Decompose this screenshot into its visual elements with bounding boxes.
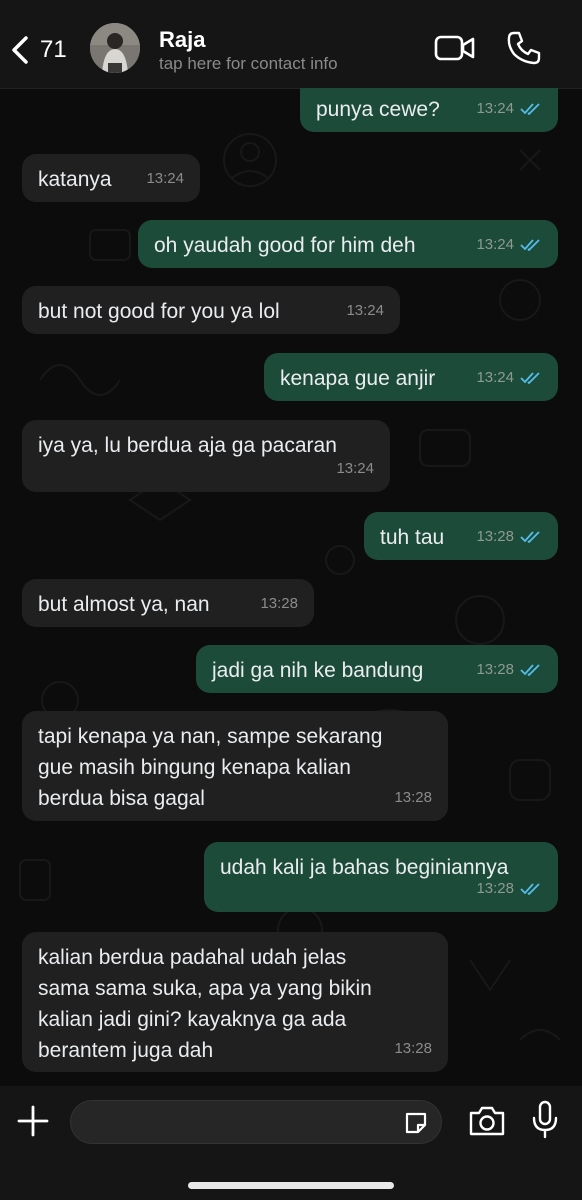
- message-input[interactable]: [87, 1101, 391, 1145]
- contact-info-hint[interactable]: tap here for contact info: [159, 54, 338, 74]
- double-check-icon: [520, 664, 540, 676]
- message-meta: 13:28: [476, 654, 542, 685]
- message-text: tuh tau: [380, 526, 445, 549]
- message-composer: [0, 1086, 582, 1200]
- message-meta: 13:24: [476, 362, 542, 393]
- chat-header: 71 Raja tap here for contact info: [0, 0, 582, 89]
- message-time: 13:24: [346, 302, 384, 319]
- message-meta: 13:28: [476, 521, 542, 552]
- message-time: 13:24: [146, 170, 184, 187]
- message-incoming[interactable]: but almost ya, nan 13:28: [22, 579, 314, 627]
- double-check-icon: [520, 103, 540, 115]
- message-outgoing[interactable]: oh yaudah good for him deh 13:24: [138, 220, 558, 268]
- message-time: 13:28: [476, 880, 514, 897]
- message-incoming[interactable]: tapi kenapa ya nan, sampe sekarang gue m…: [22, 711, 448, 821]
- message-time: 13:24: [476, 369, 514, 386]
- double-check-icon: [520, 531, 540, 543]
- message-text: jadi ga nih ke bandung: [212, 659, 424, 682]
- back-button[interactable]: 71: [10, 30, 70, 70]
- plus-icon[interactable]: [16, 1104, 50, 1138]
- message-outgoing[interactable]: tuh tau 13:28: [364, 512, 558, 560]
- double-check-icon: [520, 883, 540, 895]
- unread-count: 71: [40, 36, 67, 63]
- message-text: kenapa gue anjir: [280, 367, 436, 390]
- message-time: 13:28: [476, 528, 514, 545]
- message-meta: 13:24: [476, 229, 542, 260]
- message-outgoing[interactable]: punya cewe? 13:24: [300, 88, 558, 132]
- message-meta: 13:28: [476, 873, 542, 904]
- contact-name[interactable]: Raja: [159, 27, 205, 53]
- message-line: berantem juga dah: [38, 1039, 214, 1062]
- microphone-icon[interactable]: [530, 1100, 560, 1140]
- message-outgoing[interactable]: kenapa gue anjir 13:24: [264, 353, 558, 401]
- message-outgoing[interactable]: udah kali ja bahas beginiannya 13:28: [204, 842, 558, 912]
- message-time: 13:28: [394, 789, 432, 806]
- message-text: but almost ya, nan: [38, 593, 210, 616]
- message-meta: 13:24: [476, 93, 542, 124]
- message-incoming[interactable]: kalian berdua padahal udah jelas sama sa…: [22, 932, 448, 1072]
- message-text: punya cewe?: [316, 98, 440, 121]
- message-text: oh yaudah good for him deh: [154, 234, 416, 257]
- home-indicator: [188, 1182, 394, 1189]
- message-time: 13:24: [476, 100, 514, 117]
- message-time: 13:24: [336, 460, 374, 477]
- message-incoming[interactable]: katanya 13:24: [22, 154, 200, 202]
- message-incoming[interactable]: but not good for you ya lol 13:24: [22, 286, 400, 334]
- phone-icon[interactable]: [506, 30, 542, 66]
- double-check-icon: [520, 372, 540, 384]
- message-text: katanya: [38, 168, 112, 191]
- message-line: berdua bisa gagal: [38, 787, 205, 810]
- message-line: kalian berdua padahal udah jelas: [38, 946, 347, 969]
- sticker-icon[interactable]: [403, 1110, 429, 1136]
- message-incoming[interactable]: iya ya, lu berdua aja ga pacaran 13:24: [22, 420, 390, 492]
- message-text: iya ya, lu berdua aja ga pacaran: [38, 434, 337, 457]
- video-call-icon[interactable]: [434, 33, 476, 63]
- message-time: 13:28: [260, 595, 298, 612]
- message-text: udah kali ja bahas beginiannya: [220, 856, 509, 879]
- message-line: sama sama suka, apa ya yang bikin: [38, 977, 372, 1000]
- back-chevron-icon: [12, 36, 28, 64]
- message-time: 13:28: [476, 661, 514, 678]
- message-line: kalian jadi gini? kayaknya ga ada: [38, 1008, 347, 1031]
- avatar-photo: [90, 23, 140, 73]
- avatar[interactable]: [90, 23, 140, 73]
- message-line: tapi kenapa ya nan, sampe sekarang: [38, 725, 383, 748]
- double-check-icon: [520, 239, 540, 251]
- message-time: 13:28: [394, 1040, 432, 1057]
- message-time: 13:24: [476, 236, 514, 253]
- message-line: gue masih bingung kenapa kalian: [38, 756, 351, 779]
- message-text: but not good for you ya lol: [38, 300, 280, 323]
- message-input-box[interactable]: [70, 1100, 442, 1145]
- camera-icon[interactable]: [468, 1104, 506, 1138]
- message-outgoing[interactable]: jadi ga nih ke bandung 13:28: [196, 645, 558, 693]
